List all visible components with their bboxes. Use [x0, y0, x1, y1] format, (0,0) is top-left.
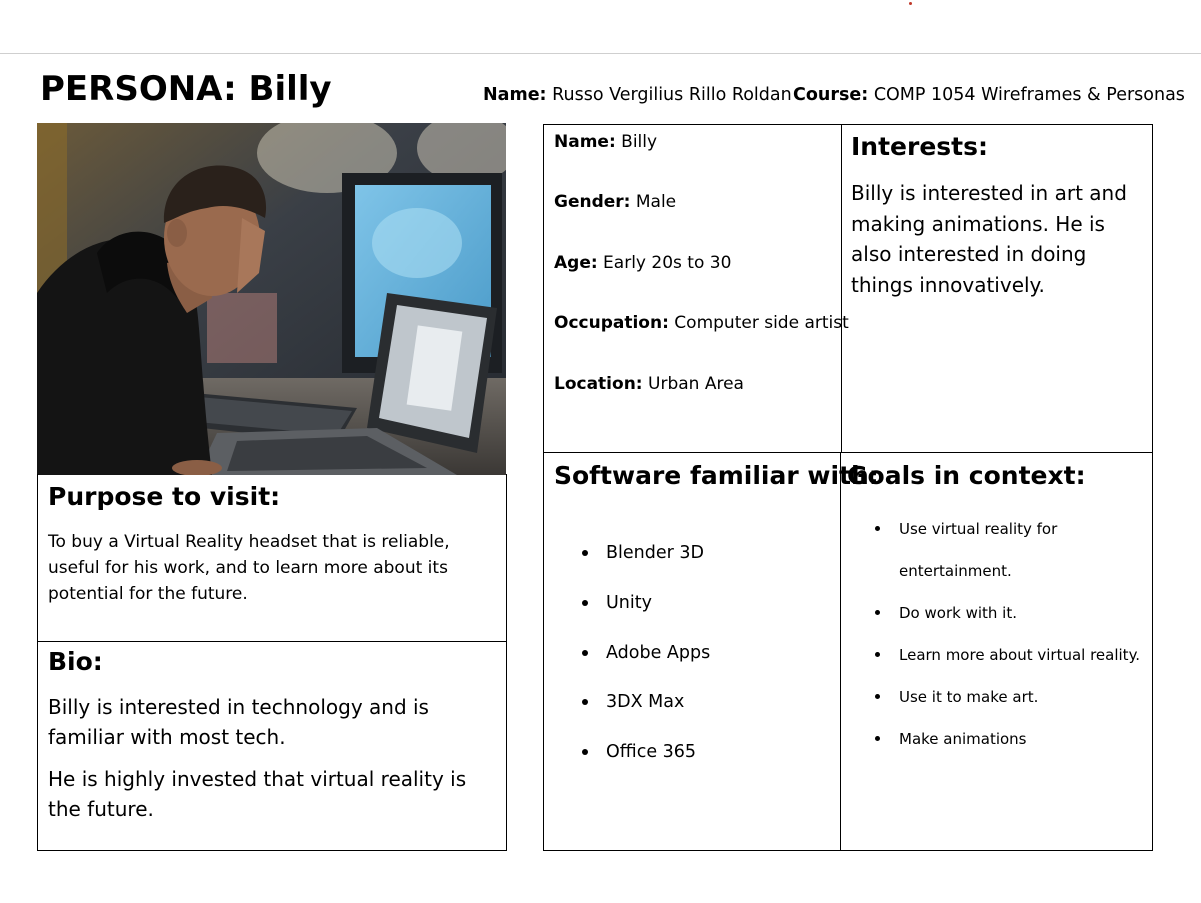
info-name-value: Billy [615, 132, 658, 152]
page-title: PERSONA: Billy [40, 69, 332, 109]
bio-paragraph-1: Billy is interested in technology and is… [48, 695, 429, 749]
info-name-label: Name: [554, 132, 616, 152]
info-occupation-label: Occupation: [554, 313, 669, 334]
bullet-icon [582, 699, 588, 706]
info-age-label: Age: [554, 252, 598, 273]
interests-text: Billy is interested in art and making an… [851, 181, 1127, 297]
persona-photo [37, 123, 506, 475]
goal-item-label: Use it to make art. [899, 688, 1039, 706]
bullet-icon [875, 526, 880, 531]
software-item-label: Adobe Apps [606, 642, 711, 663]
persona-info-section: Name: Billy Gender: Male Age: Early 20s … [543, 124, 849, 453]
interests-section: Interests: Billy is interested in art an… [841, 124, 1153, 453]
goals-list: Use virtual reality for entertainment. D… [871, 508, 1164, 760]
info-gender: Gender: Male [554, 191, 849, 251]
info-location: Location: Urban Area [554, 373, 849, 433]
goal-item-label: Do work with it. [899, 604, 1017, 622]
software-item-label: 3DX Max [606, 692, 685, 713]
bullet-icon [582, 550, 588, 556]
info-gender-value: Male [630, 192, 677, 213]
info-location-value: Urban Area [642, 373, 744, 394]
bullet-icon [582, 599, 588, 606]
info-gender-label: Gender: [554, 192, 631, 213]
author-name-value: Russo Vergilius Rillo Roldan [546, 85, 792, 105]
red-dot-mark [909, 2, 912, 5]
software-section: Software familiar with: Blender 3D Unity… [543, 452, 879, 851]
bullet-icon [582, 649, 588, 656]
bullet-icon [875, 652, 880, 657]
list-item: Adobe Apps [579, 641, 710, 691]
goal-item-label: Learn more about virtual reality. [899, 646, 1141, 664]
info-location-label: Location: [554, 373, 643, 394]
info-age: Age: Early 20s to 30 [554, 252, 849, 312]
course-value: COMP 1054 Wireframes & Personas [868, 85, 1185, 105]
goals-section: Goals in context: Use virtual reality fo… [840, 452, 1153, 851]
list-item: 3DX Max [579, 690, 710, 740]
software-item-label: Office 365 [606, 742, 697, 763]
info-occupation-value: Computer side artist [668, 313, 849, 334]
purpose-heading: Purpose to visit: [48, 482, 281, 511]
software-list: Blender 3D Unity Adobe Apps 3DX Max Offi… [579, 541, 710, 790]
goals-heading: Goals in context: [847, 461, 1086, 490]
goal-item-label: Use virtual reality for entertainment. [899, 520, 1058, 580]
bullet-icon [875, 610, 880, 615]
persona-page: PERSONA: Billy Name: Russo Vergilius Ril… [0, 0, 1201, 903]
software-heading: Software familiar with: [554, 461, 879, 490]
interests-heading: Interests: [851, 132, 988, 161]
header-divider [0, 53, 1201, 54]
purpose-text: To buy a Virtual Reality headset that is… [48, 532, 450, 604]
software-item-label: Unity [606, 592, 652, 613]
software-item-label: Blender 3D [606, 543, 704, 563]
list-item: Learn more about virtual reality. [871, 634, 1164, 676]
list-item: Blender 3D [579, 541, 710, 591]
course-label: Course: [793, 85, 869, 105]
info-age-value: Early 20s to 30 [597, 252, 732, 273]
author-name: Name: Russo Vergilius Rillo Roldan [483, 84, 792, 106]
list-item: Do work with it. [871, 592, 1164, 634]
purpose-section: Purpose to visit: To buy a Virtual Reali… [37, 474, 507, 642]
list-item: Make animations [871, 718, 1164, 760]
goal-item-label: Make animations [899, 730, 1027, 748]
bullet-icon [875, 694, 880, 699]
bio-section: Bio: Billy is interested in technology a… [37, 641, 507, 851]
bio-heading: Bio: [48, 647, 103, 676]
list-item: Use virtual reality for entertainment. [871, 508, 1164, 592]
list-item: Office 365 [579, 740, 710, 790]
bullet-icon [582, 749, 588, 756]
course-info: Course: COMP 1054 Wireframes & Personas [793, 84, 1185, 106]
info-name: Name: Billy [554, 131, 849, 191]
info-occupation: Occupation: Computer side artist [554, 312, 849, 372]
bullet-icon [875, 736, 880, 741]
list-item: Use it to make art. [871, 676, 1164, 718]
list-item: Unity [579, 591, 710, 641]
bio-paragraph-2: He is highly invested that virtual reali… [48, 767, 467, 821]
persona-photo-illustration [37, 123, 506, 475]
persona-info-list: Name: Billy Gender: Male Age: Early 20s … [554, 131, 849, 433]
author-name-label: Name: [483, 85, 547, 105]
